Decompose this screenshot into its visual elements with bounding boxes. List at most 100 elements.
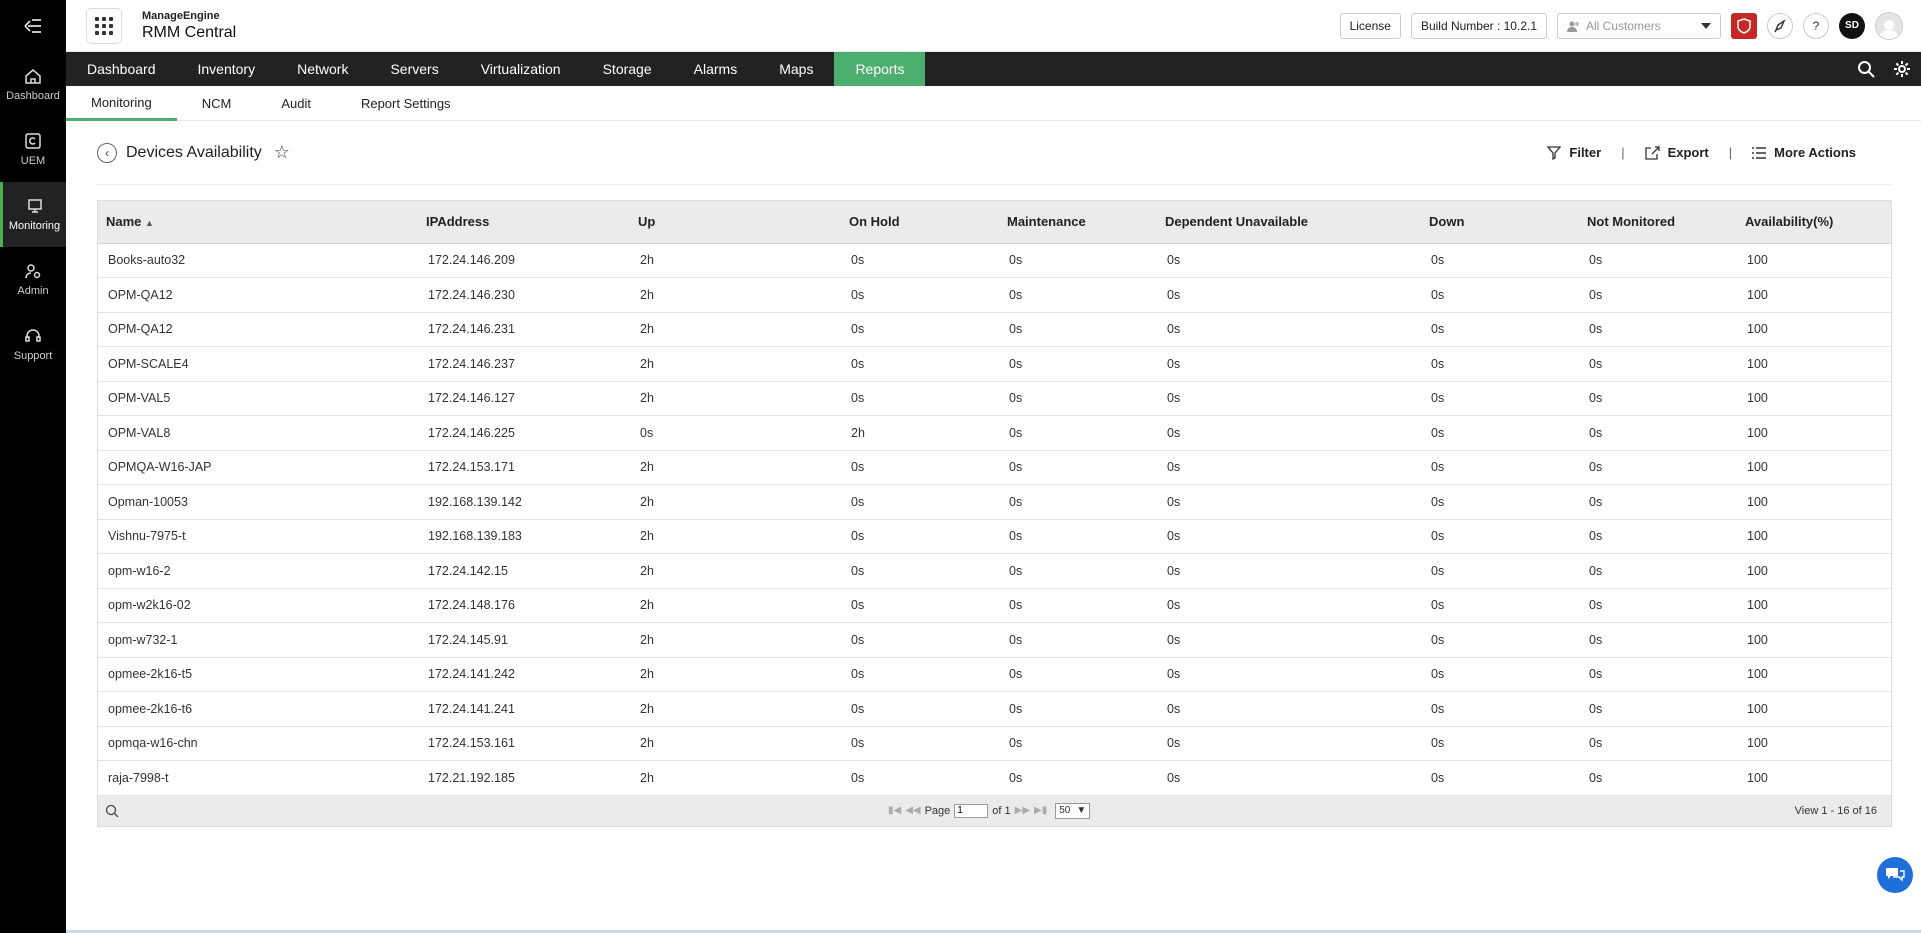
cell-up: 2h (630, 277, 841, 313)
table-row[interactable]: opm-w732-1 172.24.145.91 2h 0s 0s 0s 0s 0s 100 (98, 622, 1891, 658)
nav-network[interactable]: Network (276, 52, 369, 86)
cell-name[interactable]: Books-auto32 (98, 243, 418, 278)
cell-name[interactable]: Vishnu-7975-t (98, 519, 418, 554)
cell-name[interactable]: OPM-SCALE4 (98, 346, 418, 382)
license-button[interactable]: License (1339, 12, 1401, 39)
table-row[interactable]: opm-w2k16-02 172.24.148.176 2h 0s 0s 0s 0s 0s 10… (98, 588, 1891, 623)
cell-on-hold: 0s (841, 450, 999, 485)
collapse-menu-icon[interactable] (0, 0, 66, 52)
prev-page-icon[interactable]: ◀◀ (905, 805, 920, 816)
app-launcher-button[interactable] (86, 7, 122, 44)
export-button[interactable]: Export (1644, 145, 1709, 160)
brand-logo[interactable]: ManageEngine RMM Central (142, 10, 236, 41)
column-header-down[interactable]: Down (1421, 201, 1579, 244)
table-row[interactable]: opmee-2k16-t5 172.24.141.242 2h 0s 0s 0s 0s 0s 1… (98, 657, 1891, 692)
table-row[interactable]: OPM-VAL8 172.24.146.225 0s 2h 0s 0s 0s 0s 100 (98, 415, 1891, 451)
column-header-ip[interactable]: IPAddress (418, 201, 630, 244)
chat-icon (1886, 868, 1905, 882)
gear-icon[interactable] (1893, 60, 1911, 78)
search-icon[interactable] (1857, 60, 1875, 78)
rail-item-dashboard[interactable]: Dashboard (0, 52, 66, 117)
user-profile-avatar[interactable] (1875, 11, 1903, 40)
cell-down: 0s (1421, 519, 1579, 554)
page-size-select[interactable]: 50 ▼ (1055, 802, 1091, 819)
favorite-star-icon[interactable]: ☆ (274, 142, 290, 163)
page-number-input[interactable] (954, 803, 989, 818)
help-button[interactable]: ? (1803, 12, 1829, 39)
cell-name[interactable]: OPM-VAL8 (98, 415, 418, 451)
subtab-monitoring[interactable]: Monitoring (66, 86, 177, 121)
nav-dashboard[interactable]: Dashboard (66, 52, 177, 86)
rail-item-monitoring[interactable]: Monitoring (0, 182, 66, 247)
nav-servers[interactable]: Servers (369, 52, 459, 86)
nav-storage[interactable]: Storage (582, 52, 673, 86)
rail-label-uem: UEM (20, 155, 46, 167)
table-row[interactable]: Vishnu-7975-t 192.168.139.183 2h 0s 0s 0s 0s 0s… (98, 519, 1891, 554)
table-row[interactable]: OPM-VAL5 172.24.146.127 2h 0s 0s 0s 0s 0s 100 (98, 381, 1891, 416)
column-header-maintenance[interactable]: Maintenance (999, 201, 1157, 244)
cell-name[interactable]: opmqa-w16-chn (98, 726, 418, 761)
table-row[interactable]: OPMQA-W16-JAP 172.24.153.171 2h 0s 0s 0s 0s 0s 1… (98, 450, 1891, 485)
whats-new-button[interactable] (1767, 12, 1793, 39)
filter-label: Filter (1569, 145, 1602, 160)
table-row[interactable]: OPM-QA12 172.24.146.230 2h 0s 0s 0s 0s 0s 100 (98, 277, 1891, 313)
nav-virtualization[interactable]: Virtualization (460, 52, 582, 86)
filter-button[interactable]: Filter (1547, 145, 1601, 160)
chat-button[interactable] (1877, 857, 1913, 893)
cell-name[interactable]: opm-w732-1 (98, 622, 418, 658)
rail-item-support[interactable]: Support (0, 312, 66, 377)
table-row[interactable]: raja-7998-t 172.21.192.185 2h 0s 0s 0s 0s 0s 100 (98, 760, 1891, 796)
subtab-audit[interactable]: Audit (256, 86, 336, 121)
column-header-name[interactable]: Name ▲ (98, 201, 418, 244)
nav-maps[interactable]: Maps (758, 52, 834, 86)
table-row[interactable]: OPM-QA12 172.24.146.231 2h 0s 0s 0s 0s 0s 100 (98, 312, 1891, 347)
customer-select[interactable]: All Customers (1557, 12, 1721, 39)
cell-availability: 100 (1737, 484, 1891, 520)
cell-name[interactable]: opm-w2k16-02 (98, 588, 418, 623)
cell-name[interactable]: OPMQA-W16-JAP (98, 450, 418, 485)
user-initials-avatar[interactable]: SD (1839, 12, 1865, 39)
column-header-not-monitored[interactable]: Not Monitored (1579, 201, 1737, 244)
cell-name[interactable]: OPM-VAL5 (98, 381, 418, 416)
cell-name[interactable]: OPM-QA12 (98, 277, 418, 313)
subtab-report-settings[interactable]: Report Settings (336, 86, 476, 121)
cell-availability: 100 (1737, 243, 1891, 278)
cell-maintenance: 0s (999, 277, 1157, 313)
table-row[interactable]: opm-w16-2 172.24.142.15 2h 0s 0s 0s 0s 0s 100 (98, 553, 1891, 589)
column-header-on-hold[interactable]: On Hold (841, 201, 999, 244)
table-row[interactable]: OPM-SCALE4 172.24.146.237 2h 0s 0s 0s 0s 0s 100 (98, 346, 1891, 382)
chevron-down-icon (1701, 22, 1711, 29)
next-page-icon[interactable]: ▶▶ (1015, 805, 1030, 816)
cell-name[interactable]: Opman-10053 (98, 484, 418, 520)
column-header-dependent-unavailable[interactable]: Dependent Unavailable (1157, 201, 1421, 244)
cell-dependent-unavailable: 0s (1157, 657, 1421, 692)
column-header-availability[interactable]: Availability(%) (1737, 201, 1891, 244)
table-row[interactable]: Opman-10053 192.168.139.142 2h 0s 0s 0s 0s 0s 10… (98, 484, 1891, 520)
rail-item-admin[interactable]: Admin (0, 247, 66, 312)
back-button[interactable]: ‹ (97, 142, 117, 163)
rail-item-uem[interactable]: UEM (0, 117, 66, 182)
column-header-up[interactable]: Up (630, 201, 841, 244)
security-shield-button[interactable] (1731, 12, 1757, 39)
cell-maintenance: 0s (999, 450, 1157, 485)
search-icon[interactable] (105, 804, 119, 818)
nav-alarms[interactable]: Alarms (673, 52, 759, 86)
first-page-icon[interactable]: ▮◀ (888, 805, 901, 816)
more-actions-button[interactable]: More Actions (1752, 145, 1856, 160)
cell-ip: 172.24.146.209 (418, 243, 630, 278)
table-row[interactable]: opmee-2k16-t6 172.24.141.241 2h 0s 0s 0s 0s 0s 1… (98, 691, 1891, 727)
cell-name[interactable]: OPM-QA12 (98, 312, 418, 347)
table-row[interactable]: Books-auto32 172.24.146.209 2h 0s 0s 0s 0s 0s 10… (98, 243, 1891, 278)
cell-name[interactable]: opmee-2k16-t5 (98, 657, 418, 692)
cell-not-monitored: 0s (1579, 381, 1737, 416)
cell-availability: 100 (1737, 450, 1891, 485)
cell-name[interactable]: opm-w16-2 (98, 553, 418, 589)
nav-inventory[interactable]: Inventory (177, 52, 277, 86)
table-row[interactable]: opmqa-w16-chn 172.24.153.161 2h 0s 0s 0s 0s 0s 1… (98, 726, 1891, 761)
cell-name[interactable]: raja-7998-t (98, 760, 418, 796)
subtab-ncm[interactable]: NCM (177, 86, 257, 121)
nav-reports[interactable]: Reports (834, 52, 926, 86)
last-page-icon[interactable]: ▶▮ (1034, 805, 1047, 816)
customer-select-value: All Customers (1586, 18, 1661, 33)
cell-name[interactable]: opmee-2k16-t6 (98, 691, 418, 727)
